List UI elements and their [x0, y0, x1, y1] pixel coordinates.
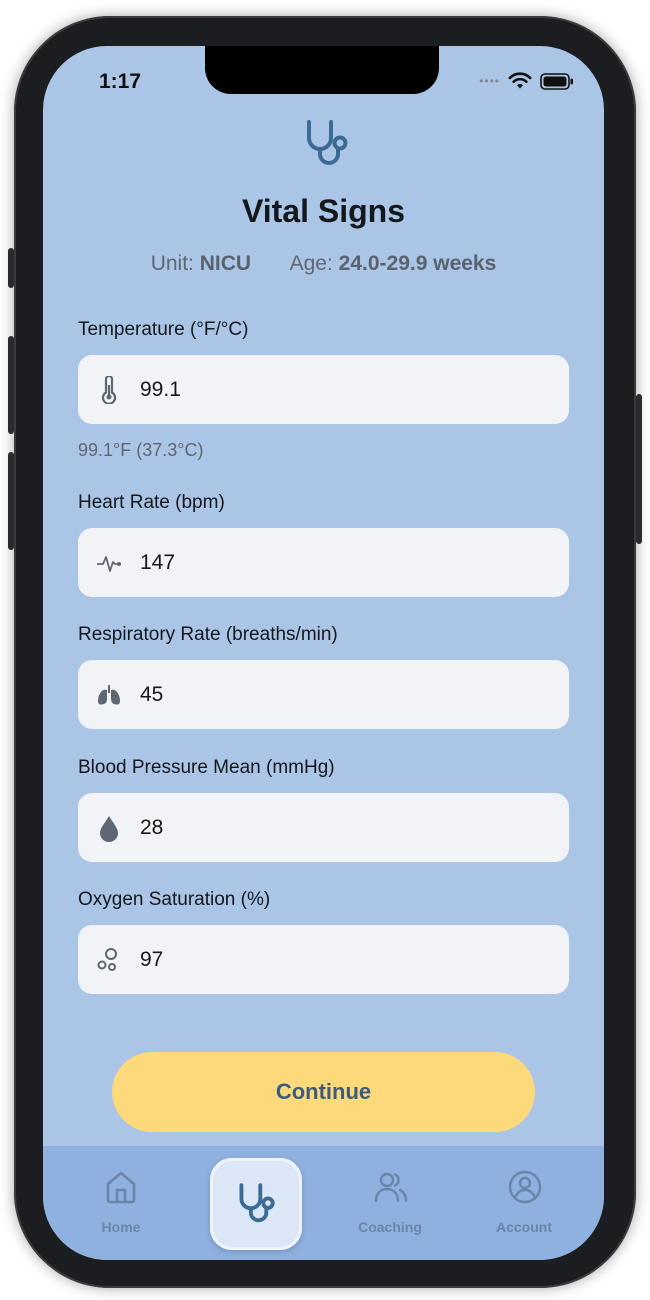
silent-switch	[8, 248, 14, 288]
oxygen-input[interactable]	[140, 925, 540, 994]
account-icon	[508, 1170, 542, 1204]
respiratory-rate-field[interactable]	[78, 660, 569, 729]
unit-value: NICU	[199, 252, 252, 275]
temperature-input[interactable]	[140, 355, 540, 424]
blood-pressure-field[interactable]	[78, 793, 569, 862]
stethoscope-icon	[239, 1183, 275, 1223]
signal-dots-icon: ••••	[479, 74, 500, 88]
heart-rate-input[interactable]	[140, 528, 540, 597]
volume-up-button	[8, 336, 14, 434]
age-value: 24.0-29.9 weeks	[338, 252, 497, 275]
blood-pressure-label: Blood Pressure Mean (mmHg)	[78, 757, 335, 778]
tab-vitals[interactable]	[210, 1158, 302, 1250]
wifi-icon	[508, 72, 532, 89]
status-time: 1:17	[99, 70, 142, 93]
notch	[205, 46, 439, 94]
respiratory-rate-label: Respiratory Rate (breaths/min)	[78, 624, 338, 645]
oxygen-label: Oxygen Saturation (%)	[78, 889, 271, 910]
thermometer-icon	[101, 376, 117, 404]
power-button	[636, 394, 642, 544]
status-icons: ••••	[479, 72, 574, 90]
heartbeat-icon	[97, 556, 121, 572]
home-icon	[106, 1171, 136, 1204]
bubbles-icon	[97, 948, 117, 971]
tab-home-label: Home	[101, 1219, 141, 1235]
oxygen-field[interactable]	[78, 925, 569, 994]
tab-bar: Home Coaching Account	[43, 1146, 604, 1260]
stethoscope-icon	[307, 120, 348, 165]
respiratory-rate-input[interactable]	[140, 660, 540, 729]
tab-account[interactable]: Account	[464, 1146, 584, 1260]
temperature-conversion: 99.1°F (37.3°C)	[78, 440, 204, 460]
age-label: Age:	[289, 252, 333, 275]
page-title: Vital Signs	[241, 193, 405, 229]
tab-home[interactable]: Home	[61, 1146, 181, 1260]
tab-coaching[interactable]: Coaching	[330, 1146, 450, 1260]
temperature-field[interactable]	[78, 355, 569, 424]
blood-pressure-input[interactable]	[140, 793, 540, 862]
heart-rate-field[interactable]	[78, 528, 569, 597]
temperature-label: Temperature (°F/°C)	[78, 319, 249, 340]
users-icon	[374, 1172, 408, 1203]
volume-down-button	[8, 452, 14, 550]
continue-button[interactable]: Continue	[112, 1052, 535, 1132]
battery-icon	[540, 72, 573, 90]
app-screen: 1:17 •••• Vital Signs Unit: NICU Age: 24…	[43, 46, 604, 1260]
tab-coaching-label: Coaching	[358, 1219, 422, 1235]
lungs-icon	[98, 685, 120, 705]
patient-meta: Unit: NICU Age: 24.0-29.9 weeks	[43, 252, 604, 276]
droplet-icon	[100, 816, 118, 842]
heart-rate-label: Heart Rate (bpm)	[78, 492, 225, 513]
tab-account-label: Account	[496, 1219, 552, 1235]
unit-label: Unit:	[150, 252, 194, 275]
